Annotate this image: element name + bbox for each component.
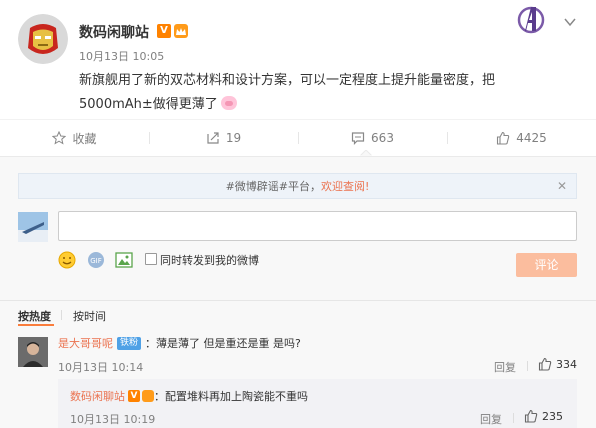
avengers-logo-icon[interactable] (516, 3, 546, 37)
reply-button[interactable]: 回复 (480, 411, 502, 427)
svg-text:GIF: GIF (90, 257, 102, 265)
submit-comment-button[interactable]: 评论 (516, 253, 577, 277)
action-bar: 收藏 19 663 4425 (0, 120, 596, 156)
notice-link[interactable]: 欢迎查阅! (321, 178, 369, 194)
like-count: 4425 (516, 131, 547, 145)
thumbs-up-icon (538, 357, 552, 371)
tab-sort-by-hot[interactable]: 按热度 (18, 308, 51, 324)
close-icon[interactable]: ✕ (557, 179, 567, 193)
thumbs-up-icon (524, 409, 538, 423)
verified-badge: V (128, 390, 140, 402)
author-avatar[interactable] (18, 14, 68, 64)
emoji-picker-icon[interactable] (58, 251, 76, 269)
comment-icon (351, 132, 365, 145)
reply-text: ：配置堆料再加上陶瓷能不重吗 (154, 390, 308, 403)
reply-text-row: 数码闲聊站 V ：配置堆料再加上陶瓷能不重吗 (70, 388, 308, 404)
post-time[interactable]: 10月13日 10:05 (79, 48, 164, 64)
reply-author-name[interactable]: 数码闲聊站 (70, 388, 125, 404)
member-crown-icon (174, 24, 188, 38)
comment-caret-icon (360, 150, 372, 156)
reply-time: 10月13日 10:19 (70, 413, 156, 426)
action-divider (513, 413, 514, 423)
rumor-notice-banner: #微博辟谣#平台， 欢迎查阅! (18, 173, 577, 199)
tab-sort-by-time[interactable]: 按时间 (73, 308, 106, 324)
comment-time: 10月13日 10:14 (58, 361, 144, 374)
post-text-line2: 5000mAh±做得更薄了 (79, 93, 549, 117)
thumbs-up-icon (497, 131, 510, 145)
reply-button[interactable]: 回复 (494, 359, 516, 375)
comment-like-count: 334 (556, 357, 577, 371)
favorite-label: 收藏 (72, 131, 97, 146)
post-text-line2-content: 5000mAh±做得更薄了 (79, 97, 218, 112)
notice-text: #微博辟谣#平台， (225, 180, 321, 193)
post-text-line1: 新旗舰用了新的双芯材料和设计方案，可以一定程度上提升能量密度，把 (79, 73, 496, 88)
repost-checkbox[interactable] (145, 253, 157, 265)
verified-badge: V (157, 24, 171, 38)
repost-button[interactable]: 19 (149, 120, 298, 156)
comment-text-row: 是大哥哥呢 铁粉 ：薄是薄了 但是重还是重 是吗? (58, 335, 301, 351)
comment-input[interactable] (58, 211, 577, 241)
action-divider (527, 361, 528, 371)
current-user-avatar[interactable] (18, 212, 48, 242)
fan-badge: 铁粉 (117, 336, 142, 350)
image-upload-icon[interactable] (115, 251, 133, 269)
gif-icon[interactable]: GIF (87, 251, 105, 269)
star-icon (52, 131, 67, 145)
author-name[interactable]: 数码闲聊站 (79, 22, 149, 42)
pig-emoji-icon (220, 96, 237, 110)
active-tab-underline (18, 324, 54, 326)
comment-like-button[interactable]: 334 (538, 357, 577, 371)
post-text: 新旗舰用了新的双芯材料和设计方案，可以一定程度上提升能量密度，把 5000mAh… (79, 69, 549, 117)
sort-tab-divider (61, 310, 62, 320)
reply-like-count: 235 (542, 409, 563, 423)
comment-text: ：薄是薄了 但是重还是重 是吗? (145, 337, 301, 350)
reply-like-button[interactable]: 235 (524, 409, 563, 423)
repost-icon (207, 132, 219, 144)
favorite-button[interactable]: 收藏 (0, 120, 149, 156)
member-crown-icon (142, 390, 154, 402)
like-button[interactable]: 4425 (447, 120, 596, 156)
repost-checkbox-label[interactable]: 同时转发到我的微博 (160, 252, 259, 268)
comment-button[interactable]: 663 (298, 120, 447, 156)
chevron-down-icon[interactable] (563, 14, 577, 28)
sort-divider-line (0, 300, 596, 301)
repost-count: 19 (225, 131, 242, 145)
comment-count: 663 (371, 131, 394, 145)
commenter-avatar[interactable] (18, 337, 48, 367)
commenter-name[interactable]: 是大哥哥呢 (58, 335, 113, 351)
